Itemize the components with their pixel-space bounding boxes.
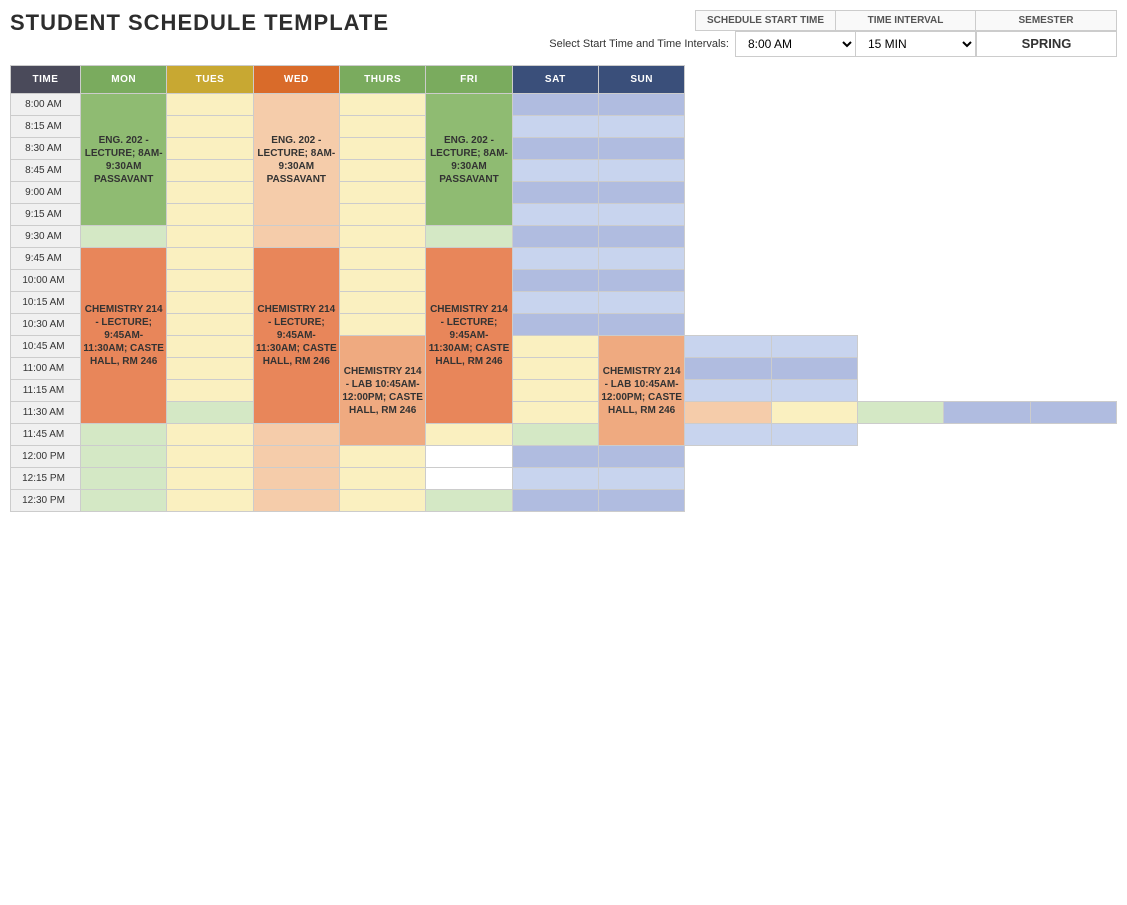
- table-row: 11:00 AM: [11, 358, 1117, 380]
- controls-row: Select Start Time and Time Intervals: 8:…: [549, 31, 1117, 57]
- time-1145: 11:45 AM: [11, 424, 81, 446]
- eng-202-mon: ENG. 202 - LECTURE; 8AM-9:30AM PASSAVANT: [81, 94, 167, 226]
- time-1215: 12:15 PM: [11, 468, 81, 490]
- semester-header: SEMESTER: [976, 11, 1116, 30]
- table-row: 8:00 AM ENG. 202 - LECTURE; 8AM-9:30AM P…: [11, 94, 1117, 116]
- table-row: 11:15 AM: [11, 380, 1117, 402]
- th-thurs: THURS: [339, 66, 425, 94]
- controls-header: SCHEDULE START TIME TIME INTERVAL SEMEST…: [695, 10, 1117, 31]
- time-1045: 10:45 AM: [11, 336, 81, 358]
- table-row: 8:30 AM: [11, 138, 1117, 160]
- page-header: STUDENT SCHEDULE TEMPLATE SCHEDULE START…: [10, 10, 1117, 57]
- table-row: 8:15 AM: [11, 116, 1117, 138]
- time-830: 8:30 AM: [11, 138, 81, 160]
- table-row: 10:45 AM CHEMISTRY 214 - LAB 10:45AM-12:…: [11, 336, 1117, 358]
- time-900: 9:00 AM: [11, 182, 81, 204]
- table-row: 9:45 AM CHEMISTRY 214 - LECTURE; 9:45AM-…: [11, 248, 1117, 270]
- controls-selects: 8:00 AM 9:00 AM 10:00 AM 15 MIN 30 MIN 6…: [735, 31, 1117, 57]
- table-row: 12:30 PM: [11, 490, 1117, 512]
- time-945: 9:45 AM: [11, 248, 81, 270]
- table-row: 9:30 AM: [11, 226, 1117, 248]
- time-1130: 11:30 AM: [11, 402, 81, 424]
- th-sun: SUN: [598, 66, 684, 94]
- table-row: 11:45 AM: [11, 424, 1117, 446]
- time-1200: 12:00 PM: [11, 446, 81, 468]
- top-controls: SCHEDULE START TIME TIME INTERVAL SEMEST…: [549, 10, 1117, 57]
- time-930: 9:30 AM: [11, 226, 81, 248]
- time-845: 8:45 AM: [11, 160, 81, 182]
- table-row: 9:15 AM: [11, 204, 1117, 226]
- table-row: 8:45 AM: [11, 160, 1117, 182]
- table-row: 11:30 AM: [11, 402, 1117, 424]
- schedule-table: TIME MON TUES WED THURS FRI SAT SUN 8:00…: [10, 65, 1117, 512]
- th-mon: MON: [81, 66, 167, 94]
- chem-214-lec-fri: CHEMISTRY 214 - LECTURE; 9:45AM-11:30AM;…: [426, 248, 512, 424]
- time-interval-select[interactable]: 15 MIN 30 MIN 60 MIN: [856, 32, 976, 56]
- time-1230: 12:30 PM: [11, 490, 81, 512]
- time-1030: 10:30 AM: [11, 314, 81, 336]
- controls-label: Select Start Time and Time Intervals:: [549, 38, 729, 50]
- time-915: 9:15 AM: [11, 204, 81, 226]
- th-sat: SAT: [512, 66, 598, 94]
- chem-214-lab-thurs: CHEMISTRY 214 - LAB 10:45AM-12:00PM; CAS…: [598, 336, 684, 446]
- th-fri: FRI: [426, 66, 512, 94]
- chem-214-lab-tues: CHEMISTRY 214 - LAB 10:45AM-12:00PM; CAS…: [339, 336, 425, 446]
- time-1015: 10:15 AM: [11, 292, 81, 314]
- time-1100: 11:00 AM: [11, 358, 81, 380]
- table-row: 10:15 AM: [11, 292, 1117, 314]
- chem-214-lec-mon: CHEMISTRY 214 - LECTURE; 9:45AM-11:30AM;…: [81, 248, 167, 424]
- th-tues: TUES: [167, 66, 253, 94]
- table-row: 12:00 PM: [11, 446, 1117, 468]
- th-wed: WED: [253, 66, 339, 94]
- time-interval-header: TIME INTERVAL: [836, 11, 976, 30]
- header-row: TIME MON TUES WED THURS FRI SAT SUN: [11, 66, 1117, 94]
- time-1000: 10:00 AM: [11, 270, 81, 292]
- semester-value: SPRING: [976, 32, 1116, 56]
- time-1115: 11:15 AM: [11, 380, 81, 402]
- eng-202-fri: ENG. 202 - LECTURE; 8AM-9:30AM PASSAVANT: [426, 94, 512, 226]
- table-row: 10:00 AM: [11, 270, 1117, 292]
- time-815: 8:15 AM: [11, 116, 81, 138]
- eng-202-wed: ENG. 202 - LECTURE; 8AM-9:30AM PASSAVANT: [253, 94, 339, 226]
- table-row: 10:30 AM: [11, 314, 1117, 336]
- chem-214-lec-wed: CHEMISTRY 214 - LECTURE; 9:45AM-11:30AM;…: [253, 248, 339, 424]
- th-time: TIME: [11, 66, 81, 94]
- table-row: 12:15 PM: [11, 468, 1117, 490]
- start-time-header: SCHEDULE START TIME: [696, 11, 836, 30]
- start-time-select[interactable]: 8:00 AM 9:00 AM 10:00 AM: [736, 32, 856, 56]
- table-row: 9:00 AM: [11, 182, 1117, 204]
- page-title: STUDENT SCHEDULE TEMPLATE: [10, 10, 389, 36]
- time-800: 8:00 AM: [11, 94, 81, 116]
